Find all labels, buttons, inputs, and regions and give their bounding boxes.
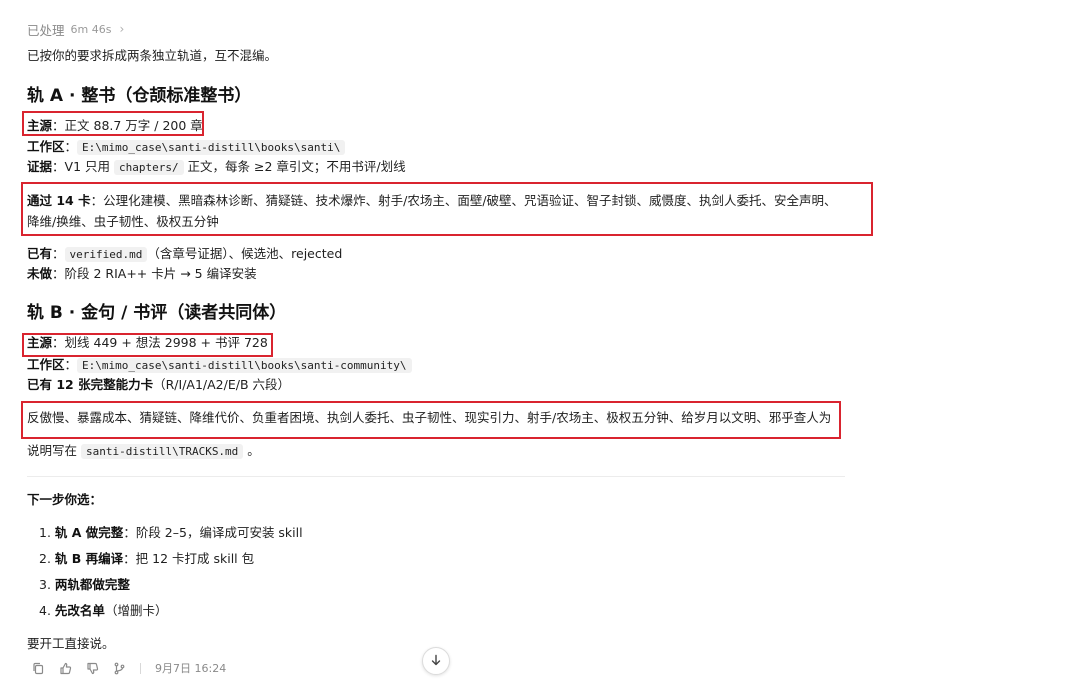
option-desc: ：阶段 2–5，编译成可安装 skill: [123, 525, 303, 540]
track-a-have: 已有： verified.md （含章号证据）、候选池、rejected: [27, 244, 342, 264]
track-b-cards: 已有 12 张完整能力卡（R/I/A1/A2/E/B 六段）: [27, 375, 290, 395]
track-a-have-code[interactable]: verified.md: [64, 247, 148, 262]
option-label: 两轨都做完整: [54, 577, 130, 592]
thumbs-down-icon[interactable]: [86, 662, 99, 675]
chevron-right-icon[interactable]: ›: [119, 22, 124, 36]
highlight-box-source-a: [22, 111, 204, 136]
option-label: 先改名单: [54, 603, 105, 618]
highlight-box-passed-cards: [21, 182, 873, 236]
track-a-workspace-sep: ：: [64, 139, 78, 154]
track-a-evidence-code[interactable]: chapters/: [113, 160, 184, 175]
tracks-note-post: 。: [243, 443, 260, 458]
message-timestamp: 9月7日 16:24: [155, 662, 227, 675]
track-a-todo-value: ：阶段 2 RIA++ 卡片 → 5 编译安装: [52, 266, 257, 281]
copy-icon[interactable]: [32, 662, 45, 675]
status-duration: 6m 46s: [70, 22, 112, 36]
tracks-note: 说明写在 santi-distill\TRACKS.md 。: [27, 441, 260, 461]
track-b-workspace-sep: ：: [64, 357, 78, 372]
track-b-workspace-label: 工作区: [27, 357, 65, 372]
highlight-box-source-b: [22, 333, 273, 357]
scroll-to-bottom-button[interactable]: [422, 647, 450, 675]
option-number: 2.: [39, 551, 51, 566]
status-label: 已处理: [27, 22, 65, 38]
track-a-todo: 未做：阶段 2 RIA++ 卡片 → 5 编译安装: [27, 264, 257, 284]
option-label: 轨 A 做完整: [54, 525, 124, 540]
track-b-cards-value: （R/I/A1/A2/E/B 六段）: [153, 377, 290, 392]
footer-divider: [140, 662, 141, 674]
option-item: 1. 轨 A 做完整：阶段 2–5，编译成可安装 skill: [39, 523, 303, 543]
track-a-have-sep: ：: [52, 246, 65, 261]
option-item: 4. 先改名单（增删卡）: [39, 601, 167, 621]
tracks-note-pre: 说明写在: [27, 443, 81, 458]
next-steps-heading: 下一步你选：: [27, 492, 103, 507]
option-item: 3. 两轨都做完整: [39, 575, 130, 595]
message-actions: 9月7日 16:24: [32, 659, 226, 677]
option-desc: ：把 12 卡打成 skill 包: [123, 551, 255, 566]
intro-text: 已按你的要求拆成两条独立轨道，互不混编。: [27, 48, 278, 63]
option-item: 2. 轨 B 再编译：把 12 卡打成 skill 包: [39, 549, 254, 569]
option-label: 轨 B 再编译: [54, 551, 124, 566]
track-b-workspace-path[interactable]: E:\mimo_case\santi-distill\books\santi-c…: [77, 358, 412, 373]
tracks-note-code[interactable]: santi-distill\TRACKS.md: [80, 444, 244, 459]
track-a-evidence-pre: ：V1 只用: [52, 159, 114, 174]
thumbs-up-icon[interactable]: [59, 662, 72, 675]
track-a-workspace: 工作区： E:\mimo_case\santi-distill\books\san…: [27, 137, 346, 157]
highlight-box-cards-list: [21, 401, 841, 439]
track-a-evidence: 证据：V1 只用 chapters/ 正文，每条 ≥2 章引文；不用书评/划线: [27, 157, 406, 177]
track-b-workspace: 工作区： E:\mimo_case\santi-distill\books\san…: [27, 355, 412, 375]
track-a-workspace-path[interactable]: E:\mimo_case\santi-distill\books\santi\: [77, 140, 346, 155]
track-a-workspace-label: 工作区: [27, 139, 65, 154]
track-a-have-label: 已有: [27, 246, 53, 261]
track-a-heading: 轨 A · 整书（仓颉标准整书）: [27, 86, 252, 106]
track-a-evidence-post: 正文，每条 ≥2 章引文；不用书评/划线: [183, 159, 406, 174]
branch-icon[interactable]: [113, 662, 126, 675]
track-a-evidence-label: 证据: [27, 159, 53, 174]
track-b-cards-label: 已有 12 张完整能力卡: [27, 377, 154, 392]
track-a-todo-label: 未做: [27, 266, 53, 281]
option-number: 3.: [39, 577, 51, 592]
processing-status[interactable]: 已处理 6m 46s ›: [27, 20, 124, 38]
option-desc: （增删卡）: [104, 603, 168, 618]
track-a-have-post: （含章号证据）、候选池、rejected: [147, 246, 343, 261]
track-b-heading: 轨 B · 金句 / 书评（读者共同体）: [27, 303, 287, 323]
option-number: 4.: [39, 603, 51, 618]
option-number: 1.: [39, 525, 51, 540]
section-divider: [27, 476, 845, 477]
arrow-down-icon: [430, 654, 442, 669]
closing-text: 要开工直接说。: [27, 636, 115, 651]
